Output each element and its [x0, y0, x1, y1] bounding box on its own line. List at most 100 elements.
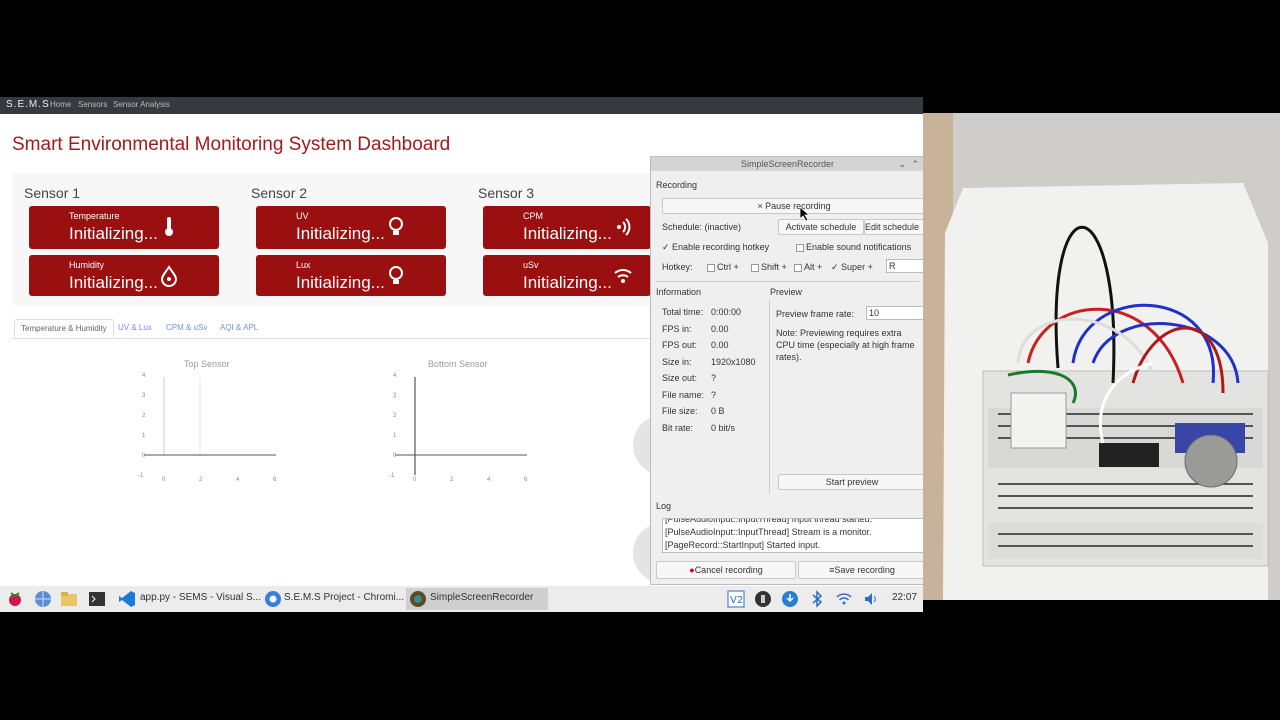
pause-recording-button[interactable]: × Pause recording [662, 198, 923, 214]
bottom-sensor-chart: 4 3 2 1 0 -1 0 2 4 6 [389, 373, 528, 483]
taskbar: app.py - SEMS - Visual S... S.E.M.S Proj… [0, 586, 923, 612]
y-tick-label: -1 [389, 473, 395, 479]
hotkey-label: Hotkey: [662, 262, 693, 272]
mouse-cursor-icon [800, 207, 810, 221]
super-label: Super + [841, 262, 873, 272]
chevron-up-icon[interactable]: ⌃ [911, 157, 919, 171]
edit-schedule-button[interactable]: Edit schedule [864, 219, 923, 235]
activate-schedule-button[interactable]: Activate schedule [778, 219, 864, 235]
nav-brand[interactable]: S.E.M.S [6, 99, 50, 110]
y-tick-label: 4 [393, 373, 397, 379]
start-preview-button[interactable]: Start preview [778, 474, 923, 490]
wifi-icon[interactable] [835, 590, 853, 608]
info-value: 0.00 [711, 340, 729, 350]
raspberry-menu-icon[interactable] [6, 590, 24, 608]
taskbar-item-vscode[interactable]: app.py - SEMS - Visual S... [140, 592, 261, 603]
tab-divider [12, 338, 652, 339]
ctrl-checkbox[interactable]: Ctrl + [707, 262, 739, 272]
signal-icon [614, 269, 632, 283]
save-recording-button[interactable]: ≡Save recording [798, 561, 923, 579]
nav-link-home[interactable]: Home [50, 100, 71, 109]
cancel-recording-button[interactable]: ●Cancel recording [656, 561, 796, 579]
info-value: 1920x1080 [711, 356, 756, 367]
recorder-title: SimpleScreenRecorder [740, 159, 835, 169]
taskbar-item-recorder[interactable]: SimpleScreenRecorder [430, 592, 533, 603]
lux-card: Lux Initializing... [256, 255, 446, 296]
tab-uv-lux[interactable]: UV & Lux [112, 319, 158, 336]
lightbulb-icon [389, 217, 403, 235]
info-key: FPS in: [662, 323, 692, 334]
preview-note: Note: Previewing requires extra CPU time… [776, 328, 915, 362]
card-label: Temperature [69, 211, 120, 221]
info-key: Size out: [662, 373, 698, 383]
info-value: 0 B [711, 406, 725, 416]
sensor-2-title: Sensor 2 [251, 185, 308, 201]
hotkey-key-select[interactable]: R [886, 259, 923, 273]
x-tick-label: 2 [199, 477, 203, 483]
x-tick-label: 4 [487, 477, 491, 483]
humidity-card: Humidity Initializing... [29, 255, 219, 296]
shift-label: Shift + [761, 262, 787, 272]
volume-icon[interactable] [862, 590, 880, 608]
info-value: 0:00:00 [711, 307, 742, 317]
tab-cpm-usv[interactable]: CPM & uSv [160, 319, 213, 336]
download-icon[interactable] [781, 590, 799, 608]
enable-hotkey-checkbox[interactable]: ✓ Enable recording hotkey [662, 242, 769, 253]
nav-link-sensor-analysis[interactable]: Sensor Analysis [113, 100, 170, 109]
log-line: [PageRecord::StartInput] Started input. [665, 540, 821, 550]
pause-recording-label: Pause recording [765, 201, 831, 211]
card-value: Initializing... [523, 273, 612, 292]
enable-sound-label: Enable sound notifications [806, 242, 912, 252]
y-tick-label: 2 [142, 413, 146, 419]
y-tick-label: 3 [393, 393, 397, 399]
recording-status-icon[interactable] [754, 590, 772, 608]
card-label: CPM [523, 211, 543, 221]
terminal-icon[interactable] [88, 590, 106, 608]
divider [656, 281, 919, 282]
shift-checkbox[interactable]: Shift + [751, 262, 787, 272]
chromium-icon[interactable] [264, 590, 282, 608]
page-title: Smart Environmental Monitoring System Da… [12, 134, 451, 155]
card-value: Initializing... [69, 273, 158, 292]
droplet-icon [160, 265, 178, 287]
alt-checkbox[interactable]: Alt + [794, 262, 822, 272]
schedule-status: Schedule: (inactive) [662, 222, 742, 232]
preview-rate-input[interactable]: 10 [866, 306, 923, 320]
sensor-1-title: Sensor 1 [24, 185, 81, 201]
screenrecorder-icon[interactable] [409, 590, 427, 608]
info-value: ? [711, 373, 717, 383]
cancel-recording-label: Cancel recording [694, 565, 763, 575]
clock[interactable]: 22:07 [892, 592, 917, 603]
taskbar-item-chromium[interactable]: S.E.M.S Project - Chromi... [284, 592, 404, 603]
card-label: uSv [523, 260, 539, 270]
bottom-sensor-chart-title: Bottom Sensor [428, 359, 488, 369]
pause-icon: × [757, 201, 766, 211]
bluetooth-icon[interactable] [808, 590, 826, 608]
minimize-icon[interactable]: ⌄ [898, 157, 906, 171]
log-box[interactable]: [PulseAudioInput::InputThread] Input thr… [662, 518, 923, 553]
tab-aqi-apl[interactable]: AQI & APL [214, 319, 264, 336]
thermometer-icon [165, 217, 173, 236]
vscode-icon[interactable] [118, 590, 136, 608]
info-key: FPS out: [662, 340, 698, 350]
desktop-screen: S.E.M.S Home Sensors Sensor Analysis Sma… [0, 97, 923, 612]
card-label: Humidity [69, 260, 105, 270]
log-line: [PulseAudioInput::InputThread] Input thr… [665, 518, 873, 524]
recording-section-label: Recording [656, 180, 698, 190]
card-value: Initializing... [296, 224, 385, 243]
log-line: [PulseAudioInput::InputThread] Stream is… [665, 527, 872, 537]
nav-link-sensors[interactable]: Sensors [78, 100, 107, 109]
y-tick-label: 1 [142, 433, 146, 439]
info-value: ? [711, 389, 717, 400]
folder-icon[interactable] [60, 590, 78, 608]
usv-card: uSv Initializing... [483, 255, 651, 296]
card-value: Initializing... [296, 273, 385, 292]
vnc-icon[interactable]: V2 [727, 590, 745, 608]
super-checkbox[interactable]: ✓ Super + [831, 262, 873, 273]
globe-icon[interactable] [34, 590, 52, 608]
recorder-window: SimpleScreenRecorder ⌄ ⌃ Recording × Pau… [650, 156, 923, 585]
y-tick-label: 2 [393, 413, 397, 419]
enable-sound-checkbox[interactable]: Enable sound notifications [796, 242, 911, 252]
info-key: Size in: [662, 356, 692, 367]
tab-temperature-humidity[interactable]: Temperature & Humidity [14, 319, 114, 337]
